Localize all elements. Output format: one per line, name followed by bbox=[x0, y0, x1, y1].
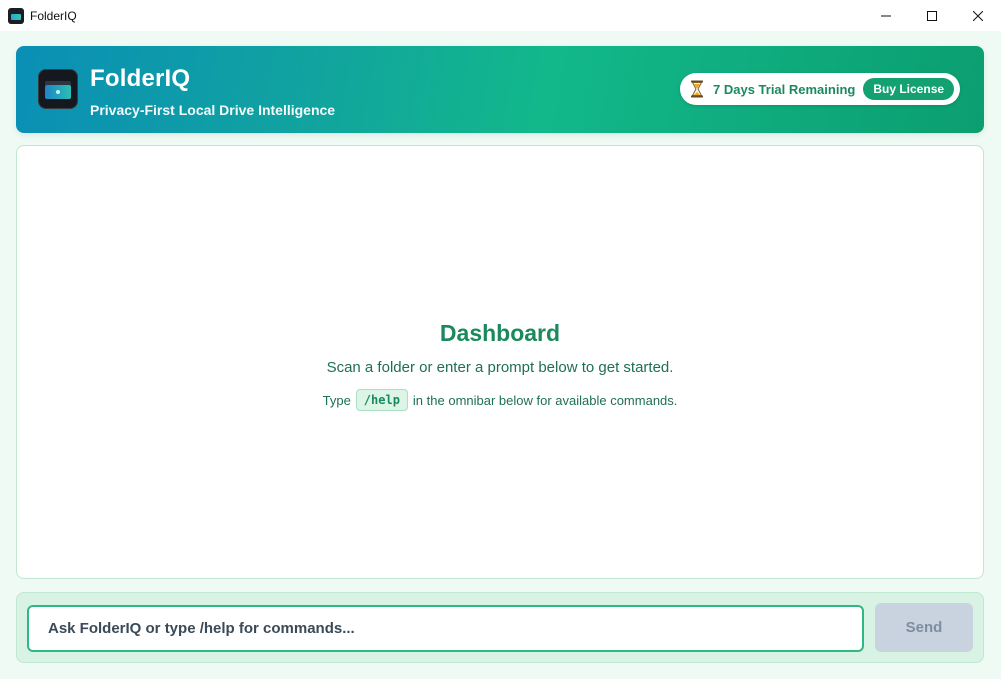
app-window: FolderIQ FolderIQ Privacy-First Local Dr… bbox=[0, 0, 1001, 679]
send-button[interactable]: Send bbox=[875, 603, 973, 652]
folder-logo-icon bbox=[38, 69, 78, 109]
buy-license-button[interactable]: Buy License bbox=[863, 78, 955, 100]
minimize-icon bbox=[881, 15, 891, 16]
dashboard-panel: Dashboard Scan a folder or enter a promp… bbox=[16, 145, 984, 579]
dashboard-title: Dashboard bbox=[439, 320, 561, 346]
dashboard-subtitle: Scan a folder or enter a prompt below to… bbox=[326, 359, 674, 376]
help-command-chip: /help bbox=[355, 389, 408, 411]
header-banner: FolderIQ Privacy-First Local Drive Intel… bbox=[16, 46, 984, 133]
dashboard-hint: Type /help in the omnibar below for avai… bbox=[17, 389, 983, 411]
hint-suffix: in the omnibar below for available comma… bbox=[412, 392, 678, 408]
close-icon bbox=[973, 10, 983, 21]
hourglass-icon bbox=[691, 80, 703, 98]
close-button[interactable] bbox=[955, 0, 1001, 31]
maximize-button[interactable] bbox=[909, 0, 955, 31]
app-icon bbox=[8, 7, 24, 24]
omnibar: Send bbox=[16, 592, 984, 663]
maximize-icon bbox=[927, 10, 937, 21]
trial-remaining-text: 7 Days Trial Remaining bbox=[713, 81, 856, 97]
minimize-button[interactable] bbox=[863, 0, 909, 31]
hint-prefix: Type bbox=[322, 392, 351, 408]
brand-tagline: Privacy-First Local Drive Intelligence bbox=[90, 102, 336, 118]
trial-status-pill: 7 Days Trial Remaining Buy License bbox=[680, 73, 960, 105]
brand-name: FolderIQ bbox=[90, 65, 191, 92]
omnibar-input[interactable] bbox=[27, 605, 864, 652]
window-title: FolderIQ bbox=[30, 8, 77, 23]
title-bar: FolderIQ bbox=[0, 0, 1001, 31]
window-controls bbox=[863, 0, 1001, 31]
